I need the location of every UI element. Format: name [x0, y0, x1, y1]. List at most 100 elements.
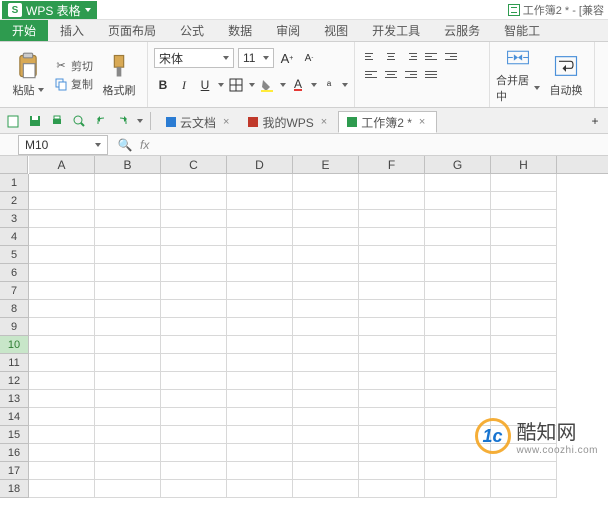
cell-C8[interactable] — [161, 300, 227, 318]
cell-G15[interactable] — [425, 426, 491, 444]
tab-视图[interactable]: 视图 — [312, 20, 360, 41]
cell-E3[interactable] — [293, 210, 359, 228]
cell-E4[interactable] — [293, 228, 359, 246]
cell-C18[interactable] — [161, 480, 227, 498]
cell-C16[interactable] — [161, 444, 227, 462]
indent-decrease-button[interactable] — [423, 48, 439, 64]
row-header-3[interactable]: 3 — [0, 210, 28, 228]
cell-G5[interactable] — [425, 246, 491, 264]
cell-G13[interactable] — [425, 390, 491, 408]
cell-D17[interactable] — [227, 462, 293, 480]
font-shrink-button[interactable]: A- — [300, 49, 318, 67]
cell-A13[interactable] — [29, 390, 95, 408]
column-header-D[interactable]: D — [227, 156, 293, 173]
cell-A15[interactable] — [29, 426, 95, 444]
print-button[interactable] — [48, 112, 66, 130]
cell-G18[interactable] — [425, 480, 491, 498]
cell-D7[interactable] — [227, 282, 293, 300]
underline-button[interactable]: U — [196, 76, 214, 94]
cell-F10[interactable] — [359, 336, 425, 354]
cell-A6[interactable] — [29, 264, 95, 282]
row-header-8[interactable]: 8 — [0, 300, 28, 318]
select-all-corner[interactable] — [0, 156, 28, 174]
column-header-E[interactable]: E — [293, 156, 359, 173]
cell-B4[interactable] — [95, 228, 161, 246]
cell-A12[interactable] — [29, 372, 95, 390]
cell-C11[interactable] — [161, 354, 227, 372]
close-icon[interactable]: × — [416, 116, 428, 128]
column-header-G[interactable]: G — [425, 156, 491, 173]
format-painter-button[interactable]: 格式刷 — [97, 45, 141, 104]
indent-increase-button[interactable] — [443, 48, 459, 64]
row-header-2[interactable]: 2 — [0, 192, 28, 210]
cell-H7[interactable] — [491, 282, 557, 300]
tab-公式[interactable]: 公式 — [168, 20, 216, 41]
cell-H2[interactable] — [491, 192, 557, 210]
cell-H15[interactable] — [491, 426, 557, 444]
cell-C5[interactable] — [161, 246, 227, 264]
save-button[interactable] — [26, 112, 44, 130]
row-header-13[interactable]: 13 — [0, 390, 28, 408]
fx-icon[interactable]: fx — [140, 138, 149, 152]
tab-开始[interactable]: 开始 — [0, 20, 48, 41]
qat-customize-icon[interactable] — [137, 119, 143, 123]
cell-A2[interactable] — [29, 192, 95, 210]
font-size-select[interactable]: 11 — [238, 48, 274, 68]
cell-H11[interactable] — [491, 354, 557, 372]
cell-C6[interactable] — [161, 264, 227, 282]
align-top-left-button[interactable] — [363, 48, 379, 64]
cell-E12[interactable] — [293, 372, 359, 390]
cell-G11[interactable] — [425, 354, 491, 372]
cell-B17[interactable] — [95, 462, 161, 480]
cell-E8[interactable] — [293, 300, 359, 318]
cell-A5[interactable] — [29, 246, 95, 264]
cell-E15[interactable] — [293, 426, 359, 444]
cell-H9[interactable] — [491, 318, 557, 336]
tab-数据[interactable]: 数据 — [216, 20, 264, 41]
cell-H18[interactable] — [491, 480, 557, 498]
cell-C7[interactable] — [161, 282, 227, 300]
cell-B14[interactable] — [95, 408, 161, 426]
cell-C17[interactable] — [161, 462, 227, 480]
cell-B10[interactable] — [95, 336, 161, 354]
cell-G6[interactable] — [425, 264, 491, 282]
cell-B15[interactable] — [95, 426, 161, 444]
row-header-6[interactable]: 6 — [0, 264, 28, 282]
cell-H8[interactable] — [491, 300, 557, 318]
column-header-C[interactable]: C — [161, 156, 227, 173]
wrap-text-button[interactable]: 自动换 — [544, 45, 588, 104]
column-header-F[interactable]: F — [359, 156, 425, 173]
cell-G7[interactable] — [425, 282, 491, 300]
close-icon[interactable]: × — [220, 116, 232, 128]
cell-E16[interactable] — [293, 444, 359, 462]
row-header-18[interactable]: 18 — [0, 480, 28, 498]
redo-button[interactable] — [114, 112, 132, 130]
cell-D10[interactable] — [227, 336, 293, 354]
row-header-17[interactable]: 17 — [0, 462, 28, 480]
cell-D14[interactable] — [227, 408, 293, 426]
row-header-10[interactable]: 10 — [0, 336, 28, 354]
cell-F13[interactable] — [359, 390, 425, 408]
cell-D13[interactable] — [227, 390, 293, 408]
cell-D3[interactable] — [227, 210, 293, 228]
font-color-button[interactable]: A — [289, 76, 307, 94]
cell-B12[interactable] — [95, 372, 161, 390]
cell-G3[interactable] — [425, 210, 491, 228]
cell-E7[interactable] — [293, 282, 359, 300]
doctab-我的WPS[interactable]: 我的WPS× — [240, 111, 338, 133]
cell-G14[interactable] — [425, 408, 491, 426]
cell-A10[interactable] — [29, 336, 95, 354]
cell-E6[interactable] — [293, 264, 359, 282]
row-header-12[interactable]: 12 — [0, 372, 28, 390]
cell-B11[interactable] — [95, 354, 161, 372]
phonetic-button[interactable]: ᵃ — [320, 76, 338, 94]
merge-center-button[interactable]: 合并居中 — [496, 45, 540, 104]
cell-F15[interactable] — [359, 426, 425, 444]
cell-H17[interactable] — [491, 462, 557, 480]
cell-B1[interactable] — [95, 174, 161, 192]
cell-F11[interactable] — [359, 354, 425, 372]
align-center-button[interactable] — [383, 66, 399, 82]
cell-E13[interactable] — [293, 390, 359, 408]
cell-B16[interactable] — [95, 444, 161, 462]
cell-D1[interactable] — [227, 174, 293, 192]
